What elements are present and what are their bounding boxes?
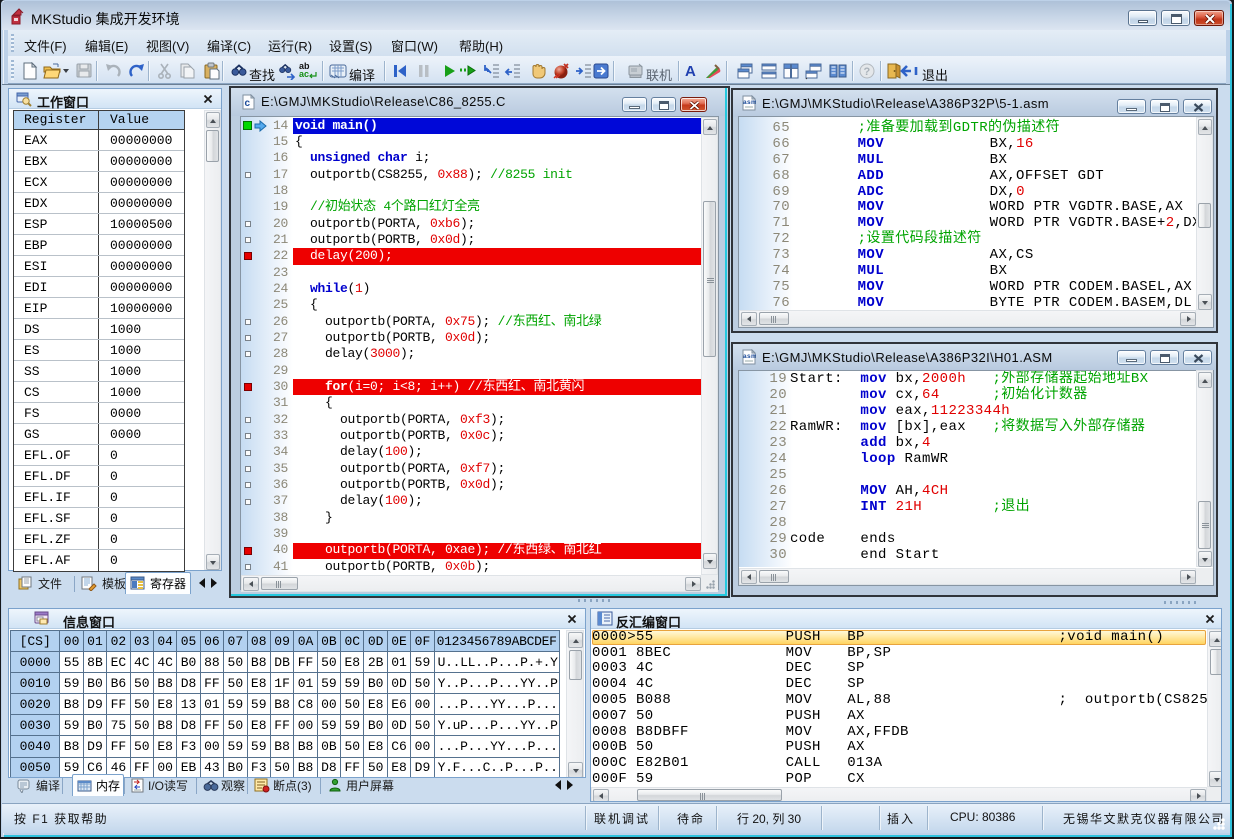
svg-text:asm: asm [743,99,756,106]
svg-text:asm: asm [743,353,756,360]
svg-text:?: ? [864,66,871,78]
svg-text:c: c [245,98,251,109]
